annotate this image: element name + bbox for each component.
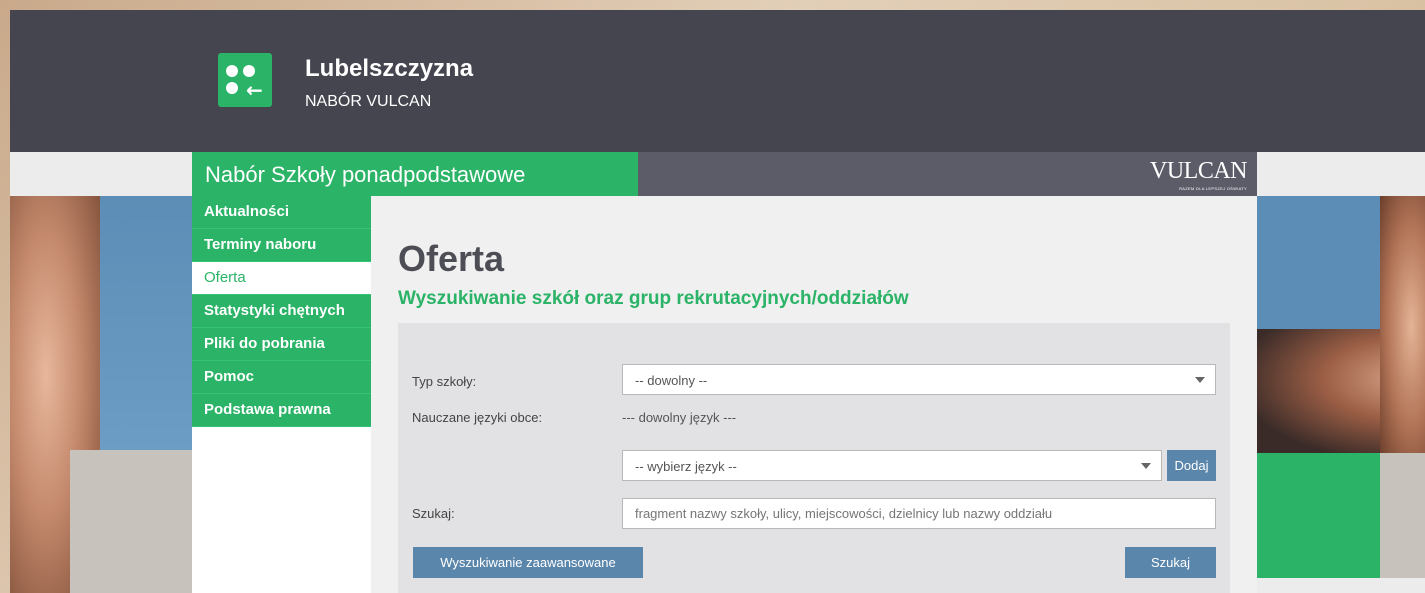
sidebar-item-aktualnosci[interactable]: Aktualności (192, 196, 371, 229)
school-type-value: -- dowolny -- (635, 373, 708, 388)
main-content: Oferta Wyszukiwanie szkół oraz grup rekr… (371, 196, 1257, 593)
search-input[interactable] (622, 498, 1216, 529)
search-label: Szukaj: (412, 506, 455, 521)
left-photo-gray-panel (70, 450, 192, 593)
chevron-down-icon (1141, 463, 1151, 469)
search-button[interactable]: Szukaj (1125, 547, 1216, 578)
add-language-button[interactable]: Dodaj (1167, 450, 1216, 481)
search-form-panel: Typ szkoły: -- dowolny -- Nauczane język… (398, 323, 1230, 593)
sidebar-item-oferta[interactable]: Oferta (192, 262, 371, 295)
site-header: ← Lubelszczyzna NABÓR VULCAN (10, 10, 1425, 152)
logo-dot (226, 65, 238, 77)
vulcan-tagline: RAZEM DLA LEPSZEJ OŚWIATY (1179, 186, 1247, 191)
people-arrow-icon[interactable]: ← (218, 53, 272, 107)
language-select[interactable]: -- wybierz język -- (622, 450, 1162, 481)
school-type-label: Typ szkoły: (412, 374, 477, 389)
vulcan-logo[interactable]: VULCAN (1150, 158, 1248, 185)
languages-value: --- dowolny język --- (622, 410, 737, 425)
arrow-left-icon: ← (246, 78, 263, 102)
school-type-select[interactable]: -- dowolny -- (622, 364, 1216, 395)
vulcan-bar: VULCAN RAZEM DLA LEPSZEJ OŚWIATY (638, 152, 1257, 196)
right-gray-panel (1380, 453, 1425, 578)
sidebar-item-terminy-naboru[interactable]: Terminy naboru (192, 229, 371, 262)
sidebar-item-pomoc[interactable]: Pomoc (192, 361, 371, 394)
right-green-panel (1257, 453, 1380, 578)
section-title: Nabór Szkoły ponadpodstawowe (205, 162, 526, 187)
chevron-down-icon (1195, 377, 1205, 383)
right-photo-face-edge (1380, 196, 1425, 456)
brand-title[interactable]: Lubelszczyzna (305, 55, 473, 83)
section-title-bar: Nabór Szkoły ponadpodstawowe (192, 152, 638, 196)
brand-subtitle: NABÓR VULCAN (305, 93, 432, 110)
sidebar-item-podstawa-prawna[interactable]: Podstawa prawna (192, 394, 371, 427)
logo-dot (226, 82, 238, 94)
logo-dot (243, 65, 255, 77)
page: ← Lubelszczyzna NABÓR VULCAN Nabór Szkoł… (10, 10, 1425, 593)
language-select-value: -- wybierz język -- (635, 459, 737, 474)
sidebar-item-pliki[interactable]: Pliki do pobrania (192, 328, 371, 361)
languages-label: Nauczane języki obce: (412, 410, 543, 425)
sidebar: Aktualności Terminy naboru Oferta Statys… (192, 196, 371, 593)
sidebar-item-statystyki[interactable]: Statystyki chętnych (192, 295, 371, 328)
page-title: Oferta (398, 238, 505, 279)
page-subtitle: Wyszukiwanie szkół oraz grup rekrutacyjn… (398, 288, 909, 309)
advanced-search-button[interactable]: Wyszukiwanie zaawansowane (413, 547, 643, 578)
